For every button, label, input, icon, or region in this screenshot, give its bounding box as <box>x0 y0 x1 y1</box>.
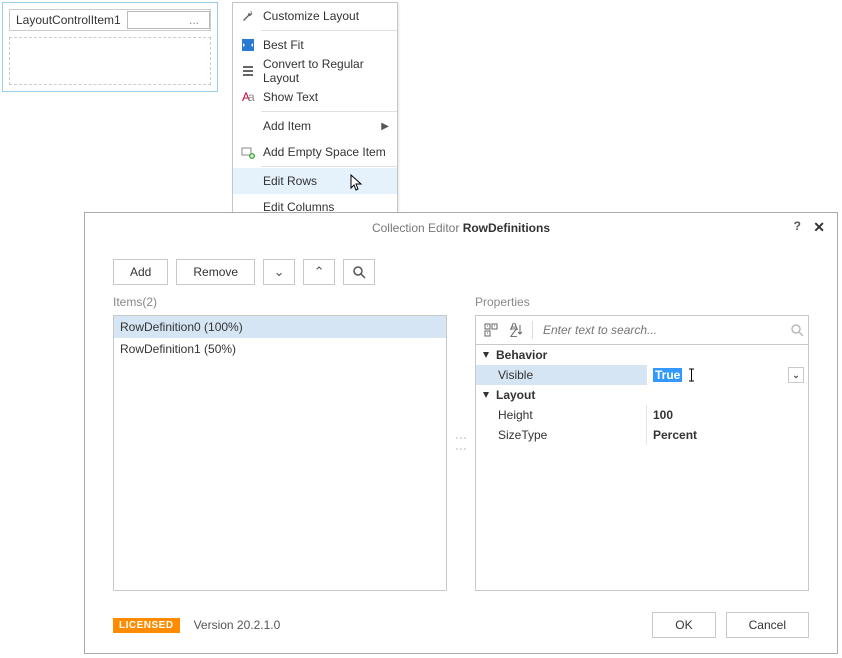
cancel-button-label: Cancel <box>749 618 786 632</box>
chevron-up-icon: ⌃ <box>314 264 325 280</box>
ok-button[interactable]: OK <box>652 612 715 638</box>
move-down-button[interactable]: ⌄ <box>263 259 295 285</box>
menu-label: Edit Rows <box>263 174 389 188</box>
context-menu: Customize Layout Best Fit Convert to Reg… <box>232 2 398 221</box>
search-button[interactable] <box>343 259 375 285</box>
categorized-icon <box>484 323 498 337</box>
property-grid-toolbar: AZ <box>475 315 809 345</box>
layout-empty-cell[interactable] <box>9 37 211 85</box>
dialog-title-bar[interactable]: Collection Editor RowDefinitions ? ✕ <box>85 213 837 243</box>
menu-separator <box>261 111 397 112</box>
remove-button[interactable]: Remove <box>176 259 255 285</box>
layout-control-item-label: LayoutControlItem1 <box>10 13 127 27</box>
menu-label: Convert to Regular Layout <box>263 57 389 85</box>
property-search-input[interactable] <box>537 323 787 337</box>
menu-item-customize-layout[interactable]: Customize Layout <box>233 3 397 29</box>
list-item[interactable]: RowDefinition0 (100%) <box>114 316 446 338</box>
property-category[interactable]: Behavior <box>476 345 808 365</box>
menu-label: Add Empty Space Item <box>263 145 389 159</box>
ellipsis-button[interactable]: ... <box>183 13 205 27</box>
splitter[interactable]: ⋮⋮ <box>457 295 465 591</box>
license-badge: LICENSED <box>113 618 180 633</box>
dialog-title: Collection Editor RowDefinitions <box>372 221 550 235</box>
dialog-footer: LICENSED Version 20.2.1.0 OK Cancel <box>85 597 837 653</box>
property-value[interactable]: 100 <box>646 405 808 425</box>
text-icon: Aa <box>237 88 259 106</box>
alphabetical-icon: AZ <box>510 323 524 337</box>
menu-item-edit-rows[interactable]: Edit Rows <box>233 168 397 194</box>
submenu-arrow-icon: ▶ <box>381 121 389 132</box>
close-button[interactable]: ✕ <box>813 219 825 236</box>
search-icon <box>353 266 366 279</box>
blank-icon <box>237 117 259 135</box>
empty-item-icon <box>237 143 259 161</box>
menu-item-add-item[interactable]: Add Item ▶ <box>233 113 397 139</box>
property-name: Visible <box>476 368 646 382</box>
ok-button-label: OK <box>675 618 692 632</box>
svg-text:Z: Z <box>510 326 517 337</box>
property-name: SizeType <box>476 428 646 442</box>
property-value-editor[interactable]: True ⌄ <box>646 365 808 385</box>
layout-control-item-editor[interactable]: ... <box>127 11 210 29</box>
items-label: Items(2) <box>113 295 447 309</box>
list-item-label: RowDefinition1 (50%) <box>120 342 236 356</box>
expander-icon[interactable] <box>480 349 492 361</box>
toolbar-separator <box>532 321 533 339</box>
menu-separator <box>261 30 397 31</box>
categorized-button[interactable] <box>480 319 502 341</box>
add-button[interactable]: Add <box>113 259 168 285</box>
list-item-label: RowDefinition0 (100%) <box>120 320 243 334</box>
items-list[interactable]: RowDefinition0 (100%) RowDefinition1 (50… <box>113 315 447 591</box>
menu-label: Show Text <box>263 90 389 104</box>
help-button[interactable]: ? <box>794 219 801 233</box>
category-label: Behavior <box>496 348 547 362</box>
menu-item-convert-regular[interactable]: Convert to Regular Layout <box>233 58 397 84</box>
dropdown-button[interactable]: ⌄ <box>788 367 804 383</box>
property-value[interactable]: Percent <box>646 425 808 445</box>
cancel-button[interactable]: Cancel <box>726 612 809 638</box>
dialog-title-main: RowDefinitions <box>463 221 550 235</box>
expander-icon[interactable] <box>480 389 492 401</box>
layout-control-item[interactable]: LayoutControlItem1 ... <box>9 9 211 31</box>
menu-separator <box>261 166 397 167</box>
menu-item-best-fit[interactable]: Best Fit <box>233 32 397 58</box>
search-icon <box>791 324 804 337</box>
dialog-toolbar: Add Remove ⌄ ⌃ <box>85 243 837 295</box>
list-item[interactable]: RowDefinition1 (50%) <box>114 338 446 360</box>
alphabetical-button[interactable]: AZ <box>506 319 528 341</box>
property-row-visible[interactable]: Visible True ⌄ <box>476 365 808 385</box>
blank-icon <box>237 172 259 190</box>
text-cursor-icon <box>688 368 695 382</box>
properties-pane: Properties AZ Behavior <box>475 295 809 591</box>
menu-item-show-text[interactable]: Aa Show Text <box>233 84 397 110</box>
items-pane: Items(2) RowDefinition0 (100%) RowDefini… <box>113 295 447 591</box>
bestfit-icon <box>237 36 259 54</box>
layout-designer-surface[interactable]: LayoutControlItem1 ... <box>2 2 218 92</box>
wrench-icon <box>237 7 259 25</box>
property-row-height[interactable]: Height 100 <box>476 405 808 425</box>
move-up-button[interactable]: ⌃ <box>303 259 335 285</box>
chevron-down-icon: ⌄ <box>274 264 285 280</box>
grip-icon: ⋮⋮ <box>454 432 468 454</box>
collection-editor-dialog: Collection Editor RowDefinitions ? ✕ Add… <box>84 212 838 654</box>
properties-label: Properties <box>475 295 809 309</box>
convert-icon <box>237 62 259 80</box>
property-category[interactable]: Layout <box>476 385 808 405</box>
dialog-title-prefix: Collection Editor <box>372 221 463 235</box>
property-value: True <box>653 368 682 382</box>
add-button-label: Add <box>130 265 151 279</box>
remove-button-label: Remove <box>193 265 238 279</box>
menu-label: Customize Layout <box>263 9 389 23</box>
menu-item-add-empty-space[interactable]: Add Empty Space Item <box>233 139 397 165</box>
svg-text:a: a <box>248 90 255 104</box>
property-row-sizetype[interactable]: SizeType Percent <box>476 425 808 445</box>
menu-label: Best Fit <box>263 38 389 52</box>
category-label: Layout <box>496 388 535 402</box>
property-name: Height <box>476 408 646 422</box>
menu-label: Add Item <box>263 119 381 133</box>
version-label: Version 20.2.1.0 <box>194 618 281 632</box>
property-grid[interactable]: Behavior Visible True ⌄ Layout Height <box>475 345 809 591</box>
